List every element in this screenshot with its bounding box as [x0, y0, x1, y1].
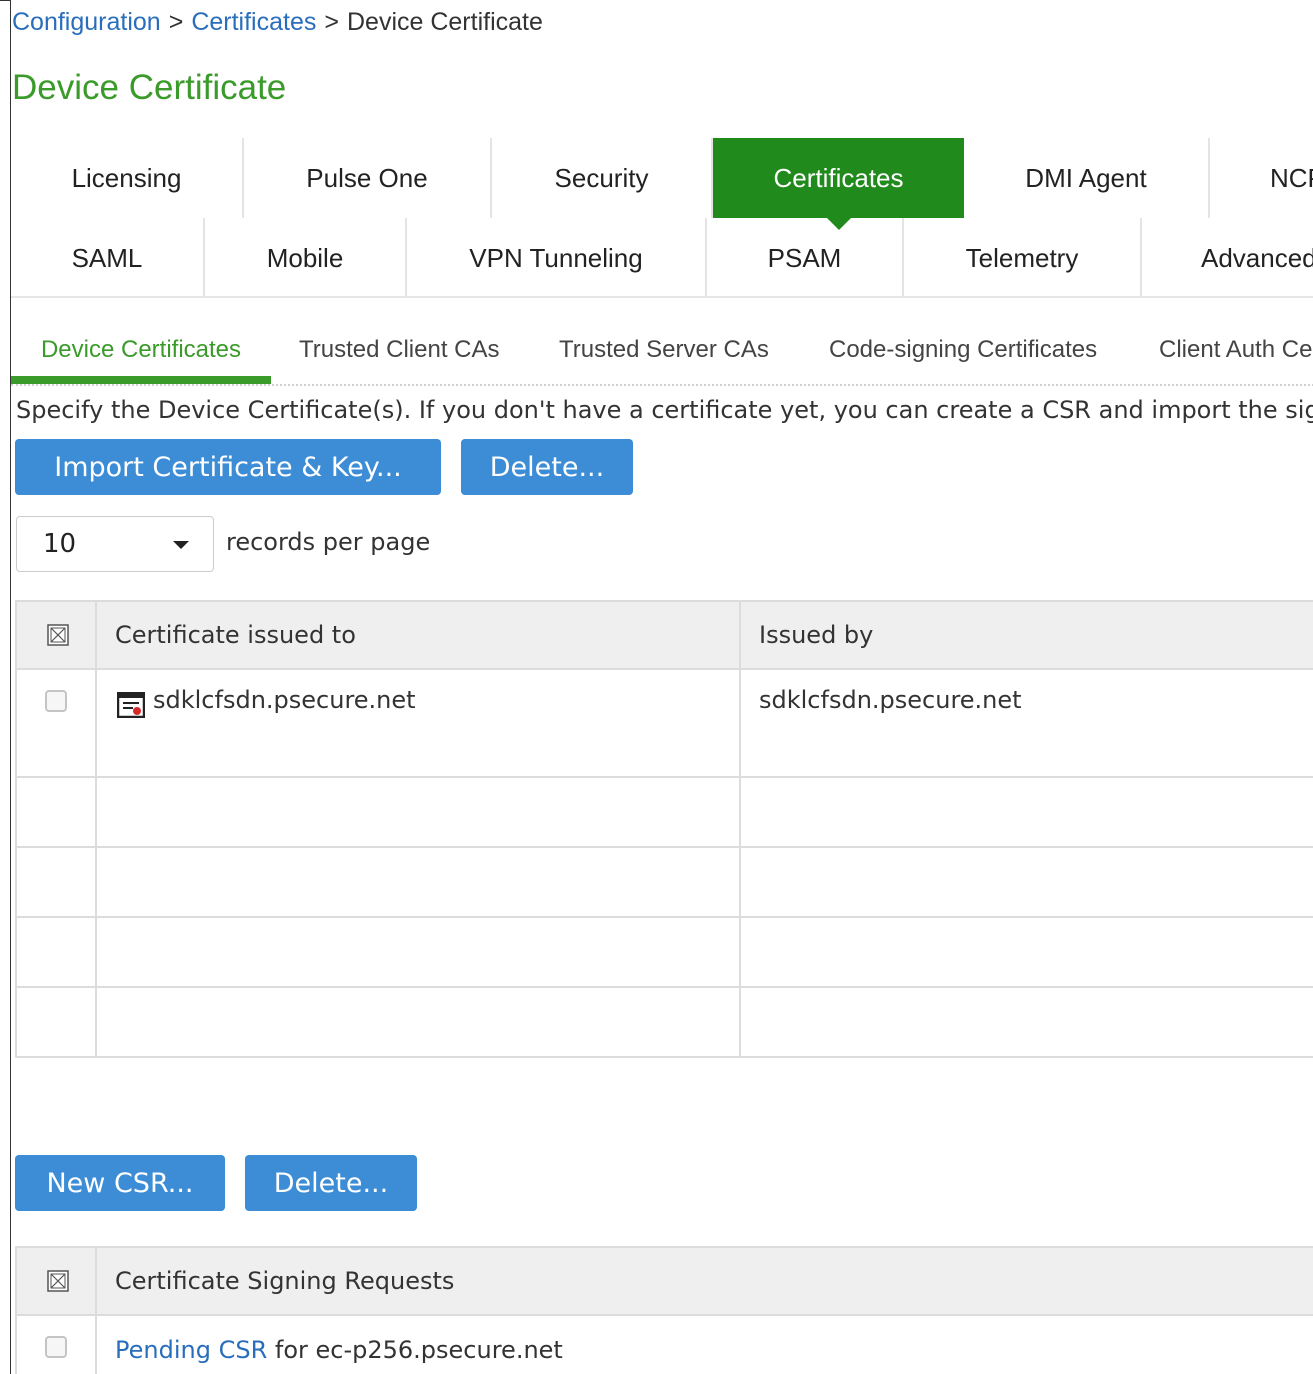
page-title: Device Certificate: [12, 68, 287, 107]
delete-csr-button[interactable]: Delete...: [245, 1155, 417, 1211]
tab-certificates[interactable]: Certificates: [713, 138, 964, 230]
csr-row-text: Pending CSR for ec-p256.psecure.net: [115, 1336, 563, 1364]
tab-security[interactable]: Security: [492, 138, 713, 218]
select-all-checkbox-icon[interactable]: [47, 1270, 69, 1292]
table-header: Certificate Signing Requests: [17, 1246, 1313, 1316]
csr-row-subject: for ec-p256.psecure.net: [267, 1336, 563, 1364]
main-tabs-row-2: SAML Mobile VPN Tunneling PSAM Telemetry…: [11, 218, 1313, 298]
pending-csr-link[interactable]: Pending CSR: [115, 1336, 267, 1364]
breadcrumb-separator: >: [324, 8, 339, 36]
csr-table: Certificate Signing Requests Pending CSR…: [15, 1246, 1313, 1374]
breadcrumb-certificates[interactable]: Certificates: [191, 8, 316, 36]
chevron-down-icon: [173, 541, 189, 549]
delete-certificate-button[interactable]: Delete...: [461, 439, 633, 495]
tab-advanced[interactable]: Advanced: [1142, 218, 1313, 298]
tab-psam[interactable]: PSAM: [707, 218, 904, 298]
tab-telemetry[interactable]: Telemetry: [904, 218, 1142, 298]
records-per-page-label: records per page: [226, 528, 431, 556]
select-all-cell: [17, 602, 97, 668]
tab-licensing[interactable]: Licensing: [11, 138, 244, 218]
tab-pulse-one[interactable]: Pulse One: [244, 138, 492, 218]
description-text: Specify the Device Certificate(s). If yo…: [16, 396, 1313, 424]
records-per-page-select[interactable]: 10: [16, 516, 214, 572]
table-row: [17, 988, 1313, 1058]
breadcrumb-separator: >: [168, 8, 184, 36]
table-row: [17, 778, 1313, 848]
subtab-client-auth-certificates[interactable]: Client Auth Certificates: [1159, 326, 1313, 384]
select-all-cell: [17, 1248, 97, 1314]
tab-mobile[interactable]: Mobile: [205, 218, 407, 298]
subtab-trusted-server-cas[interactable]: Trusted Server CAs: [559, 326, 769, 384]
tab-ncp[interactable]: NCP: [1210, 138, 1313, 218]
column-header-issued-by[interactable]: Issued by: [741, 602, 873, 668]
main-tabs-row-1: Licensing Pulse One Security Certificate…: [11, 138, 1313, 230]
cert-issued-to-link[interactable]: sdklcfsdn.psecure.net: [153, 686, 416, 714]
page-frame: Configuration > Certificates > Device Certif…: [10, 0, 1313, 1374]
subtab-code-signing-certificates[interactable]: Code-signing Certificates: [829, 326, 1097, 384]
row-checkbox[interactable]: [45, 1336, 67, 1358]
cert-issued-by: sdklcfsdn.psecure.net: [759, 686, 1022, 714]
records-per-page-value: 10: [43, 529, 77, 559]
tab-dmi-agent[interactable]: DMI Agent: [964, 138, 1210, 218]
table-header: Certificate issued to Issued by: [17, 600, 1313, 670]
subtabs-divider: [11, 384, 1313, 386]
breadcrumb-configuration[interactable]: Configuration: [12, 8, 161, 36]
table-row: Pending CSR for ec-p256.psecure.net: [17, 1316, 1313, 1374]
subtab-device-certificates[interactable]: Device Certificates: [11, 326, 271, 384]
breadcrumb-current: Device Certificate: [346, 8, 543, 36]
column-header-csr[interactable]: Certificate Signing Requests: [97, 1248, 454, 1314]
tab-vpn-tunneling[interactable]: VPN Tunneling: [407, 218, 707, 298]
table-row: sdklcfsdn.psecure.net sdklcfsdn.psecure.…: [17, 670, 1313, 778]
breadcrumb: Configuration > Certificates > Device Certif…: [12, 7, 543, 37]
import-certificate-button[interactable]: Import Certificate & Key...: [15, 439, 441, 495]
table-row: [17, 848, 1313, 918]
column-header-issued-to[interactable]: Certificate issued to: [97, 602, 356, 668]
row-checkbox[interactable]: [45, 690, 67, 712]
subtab-trusted-client-cas[interactable]: Trusted Client CAs: [299, 326, 500, 384]
certificate-icon: [117, 692, 145, 718]
table-row: [17, 918, 1313, 988]
select-all-checkbox-icon[interactable]: [47, 624, 69, 646]
tabs-divider: [11, 296, 1313, 298]
certificates-table: Certificate issued to Issued by sdklcfsd…: [15, 600, 1313, 1058]
tab-saml[interactable]: SAML: [11, 218, 205, 298]
new-csr-button[interactable]: New CSR...: [15, 1155, 225, 1211]
